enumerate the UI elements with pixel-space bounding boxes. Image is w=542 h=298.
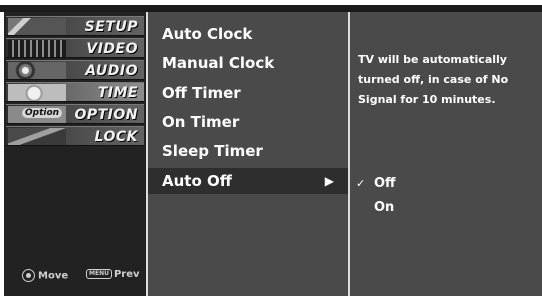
move-hint: Move — [22, 269, 68, 282]
auto-off-panel: TV will be automatically turned off, in … — [350, 12, 542, 296]
option-badge-text: Option — [22, 108, 63, 118]
menu-item-label: Auto Off — [162, 172, 232, 190]
clock-icon — [8, 84, 66, 101]
menu-item-auto-off[interactable]: Auto Off ▶ — [148, 168, 348, 194]
submenu-arrow-icon: ▶ — [324, 174, 334, 188]
auto-off-description: TV will be automatically turned off, in … — [358, 53, 509, 106]
speaker-icon — [8, 62, 66, 79]
menu-item-label: Sleep Timer — [162, 142, 263, 160]
category-time[interactable]: TIME — [6, 82, 144, 102]
option-label: On — [374, 200, 395, 215]
option-off[interactable]: ✓ Off — [356, 173, 396, 195]
category-label: SETUP — [84, 19, 138, 35]
film-reel-icon — [8, 40, 66, 57]
menu-item-label: Manual Clock — [162, 54, 275, 72]
category-audio[interactable]: AUDIO — [6, 60, 144, 80]
category-label: VIDEO — [86, 41, 138, 57]
category-label: OPTION — [74, 107, 138, 123]
time-menu: Auto Clock Manual Clock Off Timer On Tim… — [148, 12, 348, 296]
category-lock[interactable]: LOCK — [6, 126, 144, 146]
prev-hint: MENU Prev — [86, 269, 140, 280]
move-label: Move — [38, 270, 69, 282]
option-badge-icon: Option — [8, 106, 66, 123]
lock-icon — [8, 128, 66, 145]
category-setup[interactable]: SETUP — [6, 16, 144, 36]
option-label: Off — [374, 176, 396, 191]
menu-item-on-timer[interactable]: On Timer — [148, 109, 348, 135]
category-label: AUDIO — [85, 63, 138, 79]
menu-item-label: On Timer — [162, 113, 240, 131]
prev-label: Prev — [113, 269, 140, 280]
tv-menu-screen: SETUP VIDEO AUDIO TIME Option OPTION LOC… — [0, 0, 542, 298]
top-bar — [0, 0, 542, 12]
menu-item-label: Auto Clock — [162, 25, 253, 43]
menu-item-off-timer[interactable]: Off Timer — [148, 80, 348, 106]
satellite-dish-icon — [8, 18, 66, 35]
menu-item-manual-clock[interactable]: Manual Clock — [148, 50, 348, 76]
menu-item-label: Off Timer — [162, 84, 241, 102]
category-option[interactable]: Option OPTION — [6, 104, 144, 124]
nav-hint-footer: Move MENU Prev — [4, 265, 146, 285]
category-video[interactable]: VIDEO — [6, 38, 144, 58]
dpad-icon — [22, 269, 35, 282]
menu-item-sleep-timer[interactable]: Sleep Timer — [148, 138, 348, 164]
option-on[interactable]: On — [356, 197, 394, 219]
category-sidebar: SETUP VIDEO AUDIO TIME Option OPTION LOC… — [4, 12, 146, 296]
checkmark-icon: ✓ — [356, 177, 366, 190]
menu-key-icon: MENU — [86, 269, 112, 279]
category-label: LOCK — [94, 129, 138, 145]
category-label: TIME — [97, 85, 138, 101]
menu-item-auto-clock[interactable]: Auto Clock — [148, 21, 348, 47]
